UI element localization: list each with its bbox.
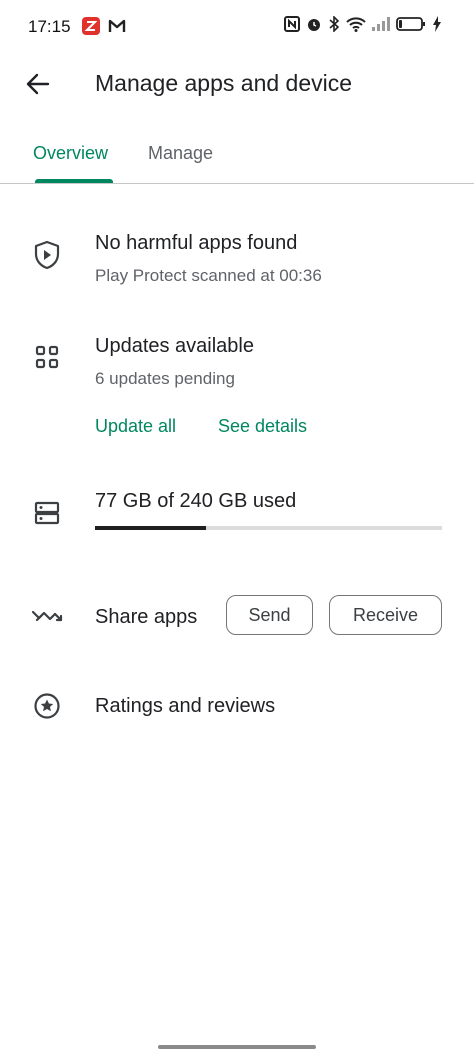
bluetooth-icon (328, 15, 340, 37)
battery-icon (396, 16, 426, 37)
protect-scan-time: Play Protect scanned at 00:36 (95, 266, 322, 285)
tab-manage[interactable]: Manage (148, 143, 213, 164)
play-protect-shield-icon (33, 240, 61, 270)
alarm-icon (306, 16, 322, 37)
charging-icon (432, 16, 442, 37)
updates-title: Updates available (95, 335, 254, 357)
storage-usage-label: 77 GB of 240 GB used (95, 490, 297, 512)
storage-progress-bar (95, 526, 442, 530)
nfc-icon (284, 16, 300, 37)
status-time: 17:15 (28, 17, 71, 36)
page-title: Manage apps and device (95, 70, 353, 96)
gmail-icon (108, 18, 126, 39)
wifi-icon (346, 16, 366, 37)
tab-overview[interactable]: Overview (33, 143, 108, 164)
receive-button[interactable]: Receive (329, 595, 442, 635)
storage-icon (33, 499, 61, 527)
status-left-icons (82, 17, 126, 40)
send-button[interactable]: Send (226, 595, 313, 635)
protect-status-title: No harmful apps found (95, 232, 298, 254)
arrow-back-icon (26, 73, 50, 95)
share-apps-label: Share apps (95, 606, 198, 628)
apps-grid-icon (33, 343, 61, 371)
ratings-and-reviews-label: Ratings and reviews (95, 695, 276, 717)
status-right-icons (284, 15, 442, 37)
update-all-button[interactable]: Update all (95, 416, 176, 437)
share-apps-icon (31, 602, 63, 630)
star-circle-icon (33, 692, 61, 720)
updates-pending-count: 6 updates pending (95, 369, 235, 388)
storage-progress-fill (95, 526, 207, 530)
see-details-button[interactable]: See details (218, 416, 307, 437)
zoho-app-icon (82, 17, 100, 40)
home-gesture-bar[interactable] (158, 1045, 316, 1049)
signal-icon (372, 17, 390, 36)
tabs-divider (0, 183, 474, 184)
ratings-and-reviews-row[interactable]: Ratings and reviews (0, 680, 474, 736)
back-button[interactable] (22, 68, 54, 100)
